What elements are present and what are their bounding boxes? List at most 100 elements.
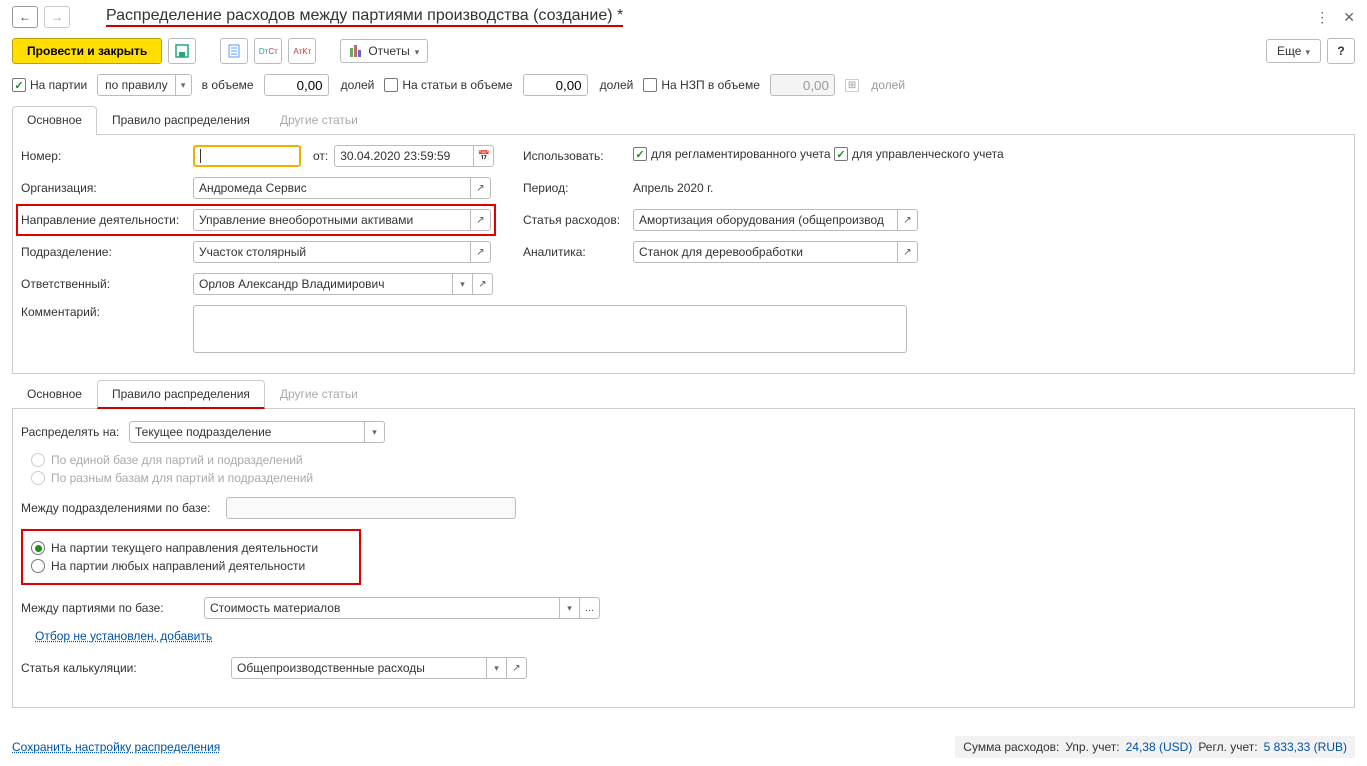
tab-rule[interactable]: Правило распределения (97, 106, 265, 134)
resp-input[interactable]: Орлов Александр Владимирович (193, 273, 453, 295)
report-icon (349, 44, 363, 58)
arrow-right-icon: → (51, 10, 63, 24)
unit2-label: долей (600, 78, 634, 92)
radio-any-dir[interactable] (31, 559, 45, 573)
more-label: Еще (1277, 44, 1301, 58)
volume2-input[interactable] (523, 74, 588, 96)
filter-link[interactable]: Отбор не установлен, добавить (35, 629, 212, 643)
resp-dropdown-icon[interactable] (453, 273, 473, 295)
article-input[interactable]: Амортизация оборудования (общепроизвод (633, 209, 898, 231)
on-batches-checkbox[interactable] (12, 78, 26, 92)
distribute-label: Распределять на: (21, 425, 129, 439)
radio-single-base-label: По единой базе для партий и подразделени… (51, 453, 303, 467)
comment-textarea[interactable] (193, 305, 907, 353)
on-batches-label: На партии (30, 78, 87, 92)
number-label: Номер: (21, 149, 193, 163)
reports-button[interactable]: Отчеты (340, 39, 428, 63)
chevron-down-icon (415, 44, 420, 58)
date-input[interactable]: 30.04.2020 23:59:59 (334, 145, 474, 167)
unit1-label: долей (341, 78, 375, 92)
analytic-label: Аналитика: (523, 245, 633, 259)
calc-article-open-icon[interactable] (507, 657, 527, 679)
between-batches-select[interactable]: Стоимость материалов (204, 597, 560, 619)
on-articles-checkbox[interactable] (384, 78, 398, 92)
between-batches-more-icon[interactable]: ... (580, 597, 600, 619)
distribute-select[interactable]: Текущее подразделение (129, 421, 365, 443)
comment-label: Комментарий: (21, 305, 193, 319)
between-depts-label: Между подразделениями по базе: (21, 501, 226, 515)
between-depts-input (226, 497, 516, 519)
resp-label: Ответственный: (21, 277, 193, 291)
on-wip-label: На НЗП в объеме (661, 78, 760, 92)
use-label: Использовать: (523, 149, 633, 163)
page-title: Распределение расходов между партиями пр… (106, 7, 623, 27)
volume1-input[interactable] (264, 74, 329, 96)
article-open-icon[interactable] (898, 209, 918, 231)
org-open-icon[interactable] (471, 177, 491, 199)
dept-input[interactable]: Участок столярный (193, 241, 471, 263)
radio-diff-base (31, 471, 45, 485)
calc-article-label: Статья калькуляции: (21, 661, 231, 675)
tab2-main[interactable]: Основное (12, 380, 97, 408)
between-batches-label: Между партиями по базе: (21, 601, 204, 615)
at-kt-icon[interactable]: АтKт (288, 38, 316, 64)
unit3-label: долей (871, 78, 905, 92)
org-input[interactable]: Андромеда Сервис (193, 177, 471, 199)
mgmt-label: Упр. учет: (1065, 740, 1119, 754)
save-icon[interactable] (168, 38, 196, 64)
more-actions-icon[interactable]: ⋮ (1315, 9, 1329, 26)
use-reg-checkbox[interactable] (633, 147, 647, 161)
analytic-input[interactable]: Станок для деревообработки (633, 241, 898, 263)
forward-button[interactable]: → (44, 6, 70, 28)
use-mgmt-label: для управленческого учета (852, 147, 1004, 161)
radio-any-dir-label: На партии любых направлений деятельности (51, 559, 305, 573)
calendar-icon[interactable] (474, 145, 494, 167)
resp-open-icon[interactable] (473, 273, 493, 295)
distribute-dropdown-icon[interactable] (365, 421, 385, 443)
org-label: Организация: (21, 181, 193, 195)
close-icon[interactable]: ✕ (1343, 9, 1355, 26)
period-label: Период: (523, 181, 633, 195)
radio-single-base (31, 453, 45, 467)
radio-current-dir[interactable] (31, 541, 45, 555)
volume3-input (770, 74, 835, 96)
number-input[interactable] (193, 145, 301, 167)
calc-article-dropdown-icon[interactable] (487, 657, 507, 679)
rule-select-dropdown[interactable] (175, 75, 191, 95)
dept-open-icon[interactable] (471, 241, 491, 263)
use-mgmt-checkbox[interactable] (834, 147, 848, 161)
post-icon[interactable] (220, 38, 248, 64)
use-reg-label: для регламентированного учета (651, 147, 831, 161)
radio-current-dir-label: На партии текущего направления деятельно… (51, 541, 318, 555)
arrow-left-icon: ← (19, 10, 31, 24)
in-volume-label: в объеме (202, 78, 254, 92)
period-value: Апрель 2020 г. (633, 181, 713, 195)
help-button[interactable]: ? (1327, 38, 1355, 64)
dt-ct-icon[interactable]: DтCт (254, 38, 282, 64)
mgmt-amount: 24,38 (USD) (1126, 740, 1193, 754)
post-and-close-button[interactable]: Провести и закрыть (12, 38, 162, 64)
article-label: Статья расходов: (523, 213, 633, 227)
save-settings-link[interactable]: Сохранить настройку распределения (12, 740, 220, 754)
from-label: от: (313, 149, 328, 163)
tab2-other: Другие статьи (265, 380, 373, 408)
analytic-open-icon[interactable] (898, 241, 918, 263)
dir-input[interactable]: Управление внеоборотными активами (193, 209, 471, 231)
lock-icon: ⊞ (845, 79, 859, 92)
chevron-down-icon (1305, 44, 1310, 58)
dir-open-icon[interactable] (471, 209, 491, 231)
radio-diff-base-label: По разным базам для партий и подразделен… (51, 471, 313, 485)
reports-label: Отчеты (368, 44, 409, 58)
tab-other: Другие статьи (265, 106, 373, 134)
on-wip-checkbox[interactable] (643, 78, 657, 92)
tab-main[interactable]: Основное (12, 106, 97, 135)
dept-label: Подразделение: (21, 245, 193, 259)
calc-article-select[interactable]: Общепроизводственные расходы (231, 657, 487, 679)
back-button[interactable]: ← (12, 6, 38, 28)
more-button[interactable]: Еще (1266, 39, 1321, 63)
reg-amount: 5 833,33 (RUB) (1264, 740, 1347, 754)
between-batches-dropdown-icon[interactable] (560, 597, 580, 619)
dir-label: Направление деятельности: (21, 213, 193, 227)
rule-select-value[interactable]: по правилу (98, 78, 174, 92)
tab2-rule[interactable]: Правило распределения (97, 380, 265, 409)
